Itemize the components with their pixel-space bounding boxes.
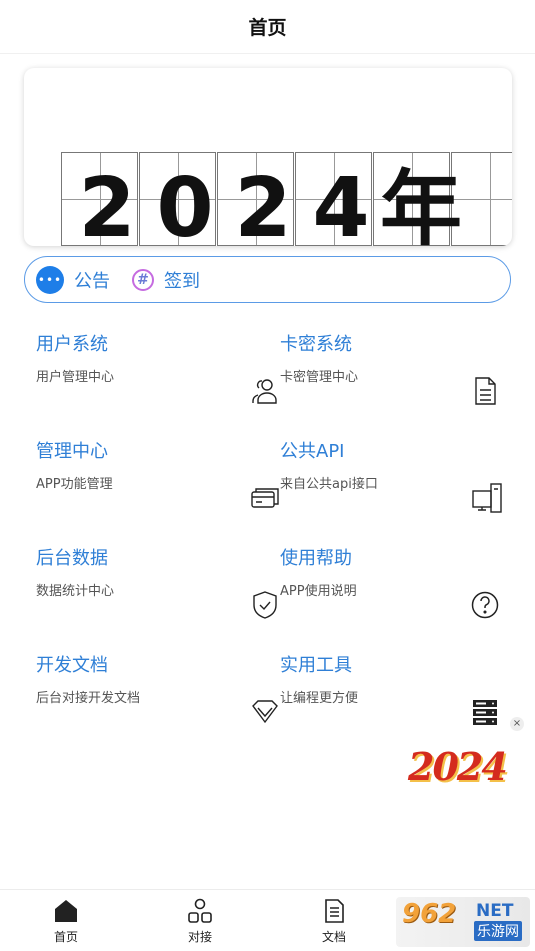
watermark-net: NET: [476, 901, 514, 921]
menu-item-card-system[interactable]: 卡密系统 卡密管理中心: [280, 318, 500, 418]
menu-item-subtitle: 卡密管理中心: [280, 370, 359, 385]
shapes-icon: [188, 898, 212, 923]
document-icon: [475, 377, 496, 405]
menu-item-utilities[interactable]: 实用工具 让编程更方便: [280, 639, 500, 739]
tab-integration[interactable]: 对接: [165, 898, 235, 945]
menu-item-subtitle: 数据统计中心: [36, 584, 115, 599]
menu-item-title: 公共API: [280, 441, 345, 462]
site-watermark: 962 NET 乐游网: [396, 897, 530, 947]
menu-item-title: 实用工具: [280, 655, 352, 676]
tab-docs[interactable]: 文档: [299, 898, 369, 945]
year-digit: 4: [312, 161, 370, 247]
menu-item-subtitle: 后台对接开发文档: [36, 691, 141, 706]
year-digit: 0: [156, 161, 214, 247]
menu-item-backend-data[interactable]: 后台数据 数据统计中心: [36, 532, 280, 632]
year-digit: 2: [78, 161, 136, 247]
tab-label: 文档: [321, 930, 346, 944]
menu-item-subtitle: 来自公共api接口: [280, 477, 378, 492]
year-digit: 2: [234, 161, 292, 247]
menu-item-admin-center[interactable]: 管理中心 APP功能管理: [36, 425, 280, 525]
monitor-icon: [472, 483, 502, 513]
help-circle-icon: [471, 591, 499, 619]
home-icon: [55, 900, 77, 922]
announcement-link[interactable]: 公告: [74, 267, 110, 293]
tab-home[interactable]: 首页: [31, 898, 101, 945]
menu-item-subtitle: 让编程更方便: [280, 691, 359, 706]
watermark-number: 962: [402, 899, 457, 929]
menu-item-dev-docs[interactable]: 开发文档 后台对接开发文档: [36, 639, 280, 739]
diamond-icon: [252, 700, 278, 724]
users-icon: [252, 379, 277, 404]
menu-item-title: 管理中心: [36, 441, 108, 462]
page-title: 首页: [248, 17, 287, 39]
server-icon: [473, 700, 497, 725]
cards-icon: [251, 488, 279, 508]
menu-item-title: 用户系统: [36, 334, 108, 355]
signin-link[interactable]: 签到: [164, 267, 200, 293]
banner-year-text: 2 0 2 4 年: [68, 161, 463, 247]
menu-item-usage-help[interactable]: 使用帮助 APP使用说明: [280, 532, 500, 632]
year-character: 年: [380, 161, 463, 246]
banner-carousel[interactable]: 2 0 2 4 年: [24, 68, 512, 246]
menu-item-subtitle: APP使用说明: [280, 584, 357, 599]
promo-text: 2024: [408, 744, 508, 789]
hashtag-icon[interactable]: #: [132, 268, 154, 291]
menu-item-title: 后台数据: [36, 548, 108, 569]
menu-item-subtitle: APP功能管理: [36, 477, 113, 492]
menu-item-title: 卡密系统: [280, 334, 352, 355]
menu-item-public-api[interactable]: 公共API 来自公共api接口: [280, 425, 502, 525]
menu-item-subtitle: 用户管理中心: [36, 370, 115, 385]
promo-floating-badge[interactable]: × 2024: [408, 717, 524, 800]
menu-item-title: 使用帮助: [280, 548, 352, 569]
menu-item-title: 开发文档: [36, 655, 108, 676]
tab-label: 对接: [187, 930, 212, 944]
file-text-icon: [325, 899, 344, 923]
menu-item-user-system[interactable]: 用户系统 用户管理中心: [36, 318, 280, 418]
close-icon[interactable]: ×: [510, 717, 524, 731]
watermark-cn: 乐游网: [474, 921, 522, 941]
chat-bubble-icon[interactable]: •••: [36, 265, 64, 294]
top-header: 首页: [0, 0, 535, 54]
notice-bar: ••• 公告 # 签到: [24, 256, 511, 303]
shield-check-icon: [253, 591, 277, 619]
tab-label: 首页: [53, 930, 78, 944]
